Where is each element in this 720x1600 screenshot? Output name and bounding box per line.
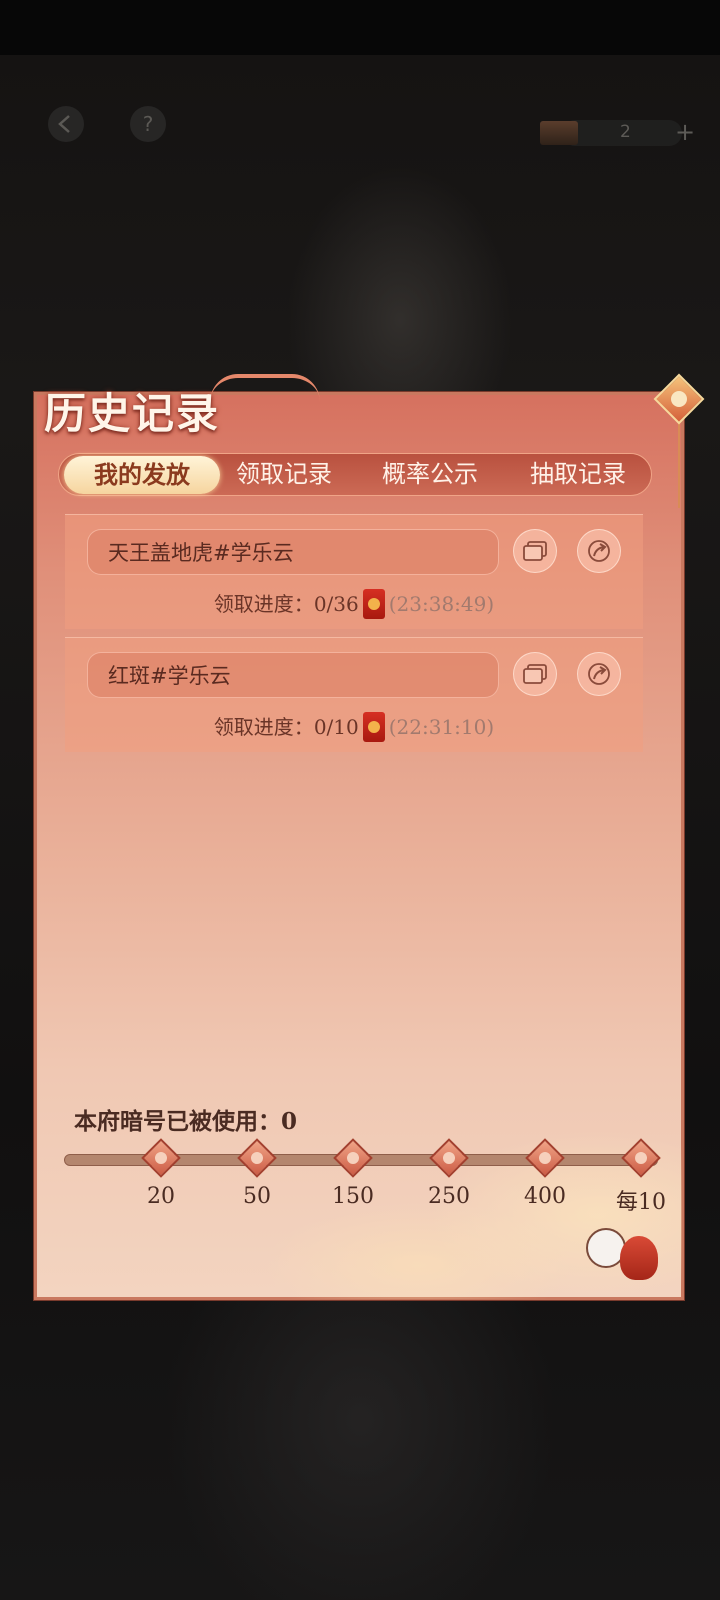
milestone-label: 400 — [524, 1184, 566, 1209]
list-item: 红斑#学乐云 领取进度：0/10 (22:31:10) — [65, 637, 643, 752]
progress-label: 领取进度： — [213, 592, 314, 616]
currency-count: 2 — [620, 122, 631, 142]
ribbon-decoration — [210, 374, 320, 402]
record-name: 红斑#学乐云 — [108, 664, 231, 688]
record-name: 天王盖地虎#学乐云 — [108, 541, 294, 565]
tab-probability[interactable]: 概率公示 — [360, 453, 500, 496]
tab-my-distribution[interactable]: 我的发放 — [64, 456, 220, 494]
milestone-node-center — [344, 1149, 362, 1167]
milestone-node-center — [248, 1149, 266, 1167]
milestone-node-center — [632, 1149, 650, 1167]
usage-count-text: 本府暗号已被使用：0 — [74, 1108, 298, 1135]
chest-icon — [540, 121, 578, 145]
copy-icon — [523, 541, 547, 561]
claim-progress: 领取进度：0/36 (23:38:49) — [65, 587, 643, 621]
share-arrow-icon — [588, 540, 610, 562]
lucky-bag-icon — [620, 1236, 658, 1280]
copy-icon — [523, 664, 547, 684]
back-arrow-icon — [58, 115, 70, 133]
record-time: (22:31:10) — [388, 715, 495, 739]
list-item: 天王盖地虎#学乐云 领取进度：0/36 (23:38:49) — [65, 514, 643, 629]
red-envelope-icon — [362, 588, 385, 619]
record-name-field: 天王盖地虎#学乐云 — [87, 529, 499, 575]
record-time: (23:38:49) — [388, 592, 495, 616]
question-icon: ? — [142, 112, 154, 136]
emblem-center — [671, 391, 687, 407]
share-button[interactable] — [577, 652, 621, 696]
share-button[interactable] — [577, 529, 621, 573]
lantern-string-decoration — [678, 418, 680, 508]
copy-button[interactable] — [513, 652, 557, 696]
milestone-label: 50 — [243, 1184, 271, 1209]
milestone-node-center — [536, 1149, 554, 1167]
tab-draw-records[interactable]: 抽取记录 — [508, 453, 648, 496]
help-button[interactable]: ? — [130, 106, 166, 142]
progress-label: 领取进度： — [213, 715, 314, 739]
milestone-label: 250 — [428, 1184, 470, 1209]
add-currency-button[interactable]: + — [675, 118, 695, 146]
progress-value: 0/36 — [313, 592, 359, 616]
milestone-label: 20 — [147, 1184, 175, 1209]
milestone-node-center — [152, 1149, 170, 1167]
back-button[interactable] — [48, 106, 84, 142]
tab-receive-records[interactable]: 领取记录 — [220, 453, 348, 496]
milestone-node-center — [440, 1149, 458, 1167]
milestone-label: 150 — [332, 1184, 374, 1209]
record-name-field: 红斑#学乐云 — [87, 652, 499, 698]
share-arrow-icon — [588, 663, 610, 685]
red-envelope-icon — [362, 711, 385, 742]
milestone-label: 每10 — [616, 1190, 666, 1215]
claim-progress: 领取进度：0/10 (22:31:10) — [65, 710, 643, 744]
panel-title: 历史记录 — [44, 389, 221, 438]
status-bar — [0, 0, 720, 55]
progress-value: 0/10 — [313, 715, 359, 739]
copy-button[interactable] — [513, 529, 557, 573]
